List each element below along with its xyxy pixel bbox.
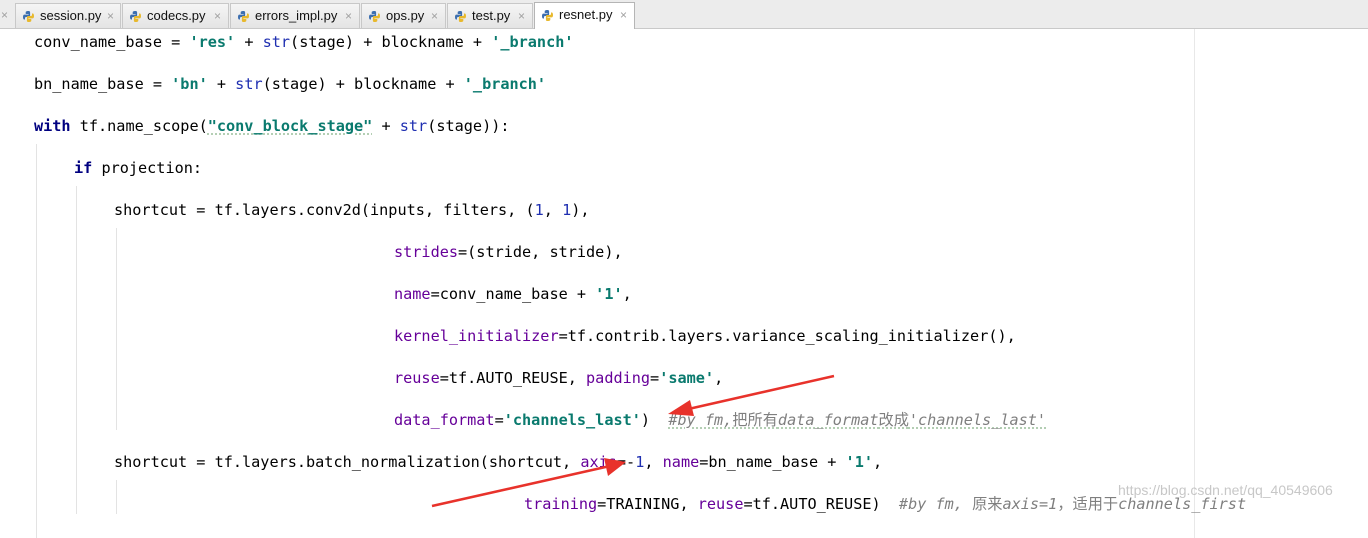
red-arrow-icon [431, 458, 626, 508]
watermark: https://blog.csdn.net/qq_40549606 [1118, 482, 1333, 498]
annotation-arrows [431, 374, 835, 508]
red-arrow-icon [668, 374, 835, 416]
